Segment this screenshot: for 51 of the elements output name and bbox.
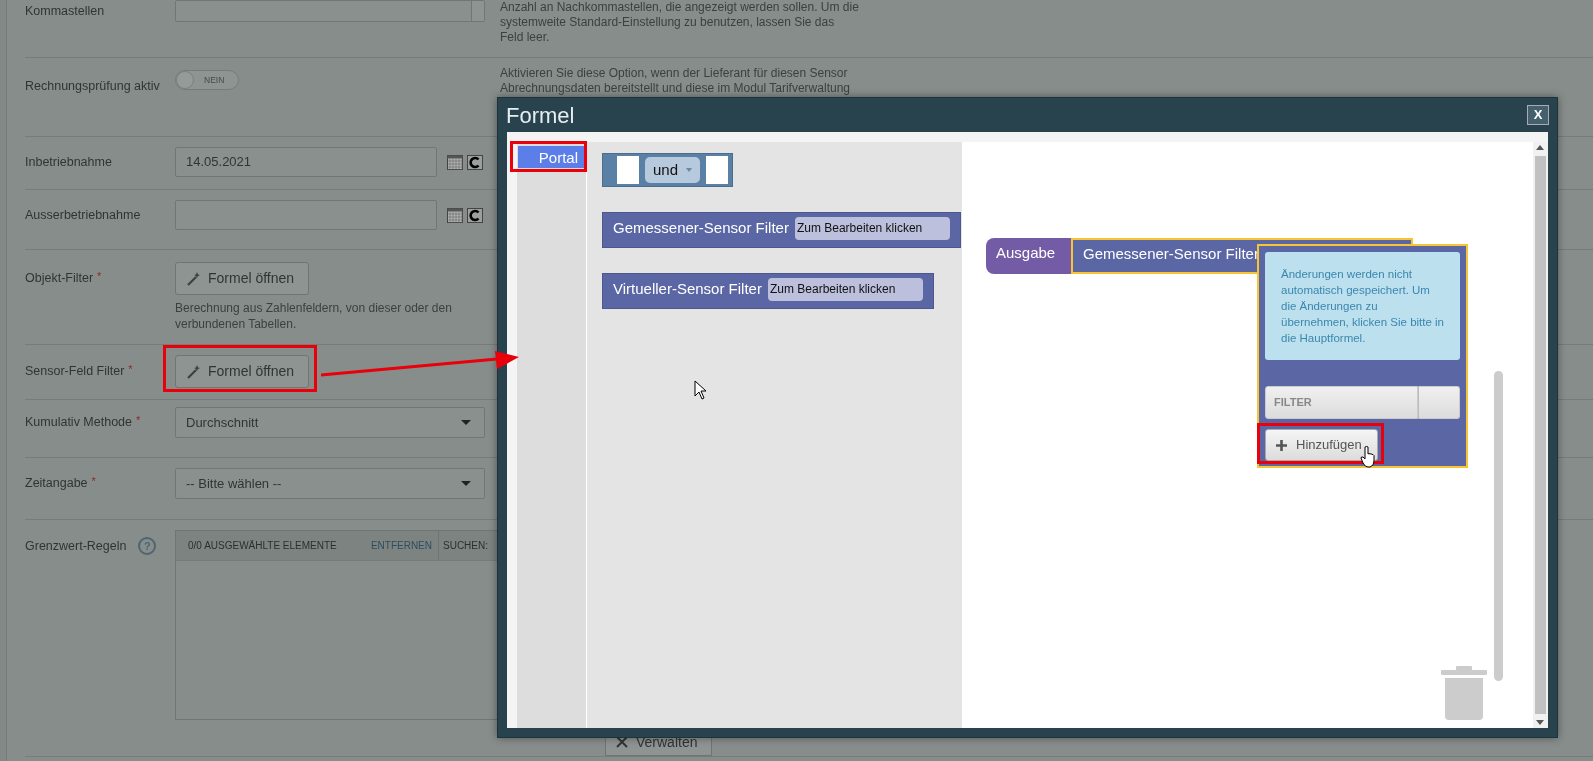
scrollbar-thumb[interactable] [1494,371,1503,681]
field-label: Grenzwert-Regeln [25,538,127,555]
required-mark: * [136,413,141,428]
magic-wand-icon [186,271,200,286]
clear-date-icon [467,154,483,170]
magic-wand-icon [186,364,200,379]
pointer-cursor-icon [694,380,707,400]
plus-icon [1276,439,1287,451]
field-label: Inbetriebnahme [25,154,112,171]
toggle-switch[interactable]: NEIN [175,70,239,90]
required-mark: * [97,269,102,284]
calendar-icon [447,207,463,223]
filter-block[interactable]: Gemessener-Sensor Filter Zum Bearbeiten klicken [602,212,962,248]
select-field[interactable]: Durchschnitt [175,407,485,438]
help-text: Anzahl an Nachkommastellen, die angezeigt werden sollen. Um die systemweite Standard-Einstellung zu benutzen, lassen Sie das Feld leer. [500,0,860,45]
close-button[interactable]: X [1527,105,1549,125]
field-note: Berechnung aus Zahlenfeldern, von dieser oder den verbundenen Tabellen. [175,300,453,332]
required-mark: * [128,362,133,377]
field-label: Objekt-Filter [25,270,94,287]
dialog-title: Formel [506,101,575,130]
scrollbar-thumb[interactable] [1535,156,1546,714]
add-button[interactable]: Hinzufügen [1265,429,1378,461]
caret-icon [461,420,471,425]
required-mark: * [91,474,96,489]
select-field[interactable]: -- Bitte wählen -- [175,468,485,499]
selected-count: 0/0 AUSGEWÄHLTE ELEMENTE [188,539,337,553]
field-label: Ausserbetriebnahme [25,207,141,224]
spinner-icon[interactable] [471,1,484,21]
help-text: Aktivieren Sie diese Option, wenn der Lieferant für diesen Sensor Abrechnungsdaten bereitstellt und diese im Modul Tarifverwaltung [500,66,851,96]
filter-block[interactable]: Virtueller-Sensor Filter Zum Bearbeiten klicken [602,273,935,309]
scroll-up-icon[interactable] [1536,145,1544,150]
date-field[interactable]: 14.05.2021 [175,147,437,177]
field-label: Rechnungsprüfung aktiv [25,78,160,95]
field-label: Sensor-Feld Filter [25,363,125,380]
field-label: Kommastellen [25,3,105,20]
number-field[interactable] [175,0,485,22]
search-label: SUCHEN: [443,539,488,553]
caret-icon [461,481,471,486]
trash-icon [1441,666,1487,720]
field-label: Kumulativ Methode [25,414,132,431]
date-field[interactable] [175,200,437,230]
clear-date-icon [467,207,483,223]
hand-cursor-icon [1360,446,1376,468]
field-label: Zeitangabe [25,475,88,492]
info-message: Änderungen werden nicht automatisch gespeichert. Um die Änderungen zu übernehmen, klicken Sie bitte in die Hauptformel. [1265,252,1460,360]
scroll-down-icon[interactable] [1536,720,1544,725]
formula-button[interactable]: Formel öffnen [175,355,310,388]
formula-button[interactable]: Formel öffnen [175,262,310,295]
remove-link[interactable]: ENTFERNEN [370,538,432,553]
calendar-icon [447,154,463,170]
logic-block[interactable]: und [602,153,734,187]
